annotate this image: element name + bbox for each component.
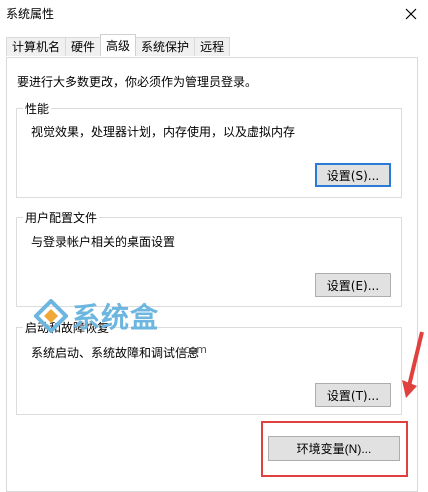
user-profiles-group: 用户配置文件 与登录帐户相关的桌面设置 设置(E)... [16, 209, 402, 307]
tab-advanced[interactable]: 高级 [100, 34, 137, 56]
startup-recovery-description: 系统启动、系统故障和调试信息 [31, 346, 200, 360]
highlight-box [261, 421, 408, 477]
window-title: 系统属性 [6, 7, 55, 21]
close-icon [405, 8, 417, 20]
user-profiles-description: 与登录帐户相关的桌面设置 [31, 235, 176, 249]
startup-recovery-settings-button[interactable]: 设置(T)... [315, 383, 391, 407]
title-bar: 系统属性 [0, 0, 428, 28]
tab-computer-name[interactable]: 计算机名 [6, 37, 67, 56]
startup-recovery-legend: 启动和故障恢复 [23, 319, 112, 336]
tab-remote[interactable]: 远程 [194, 37, 231, 56]
user-profiles-settings-button[interactable]: 设置(E)... [315, 273, 391, 297]
close-button[interactable] [394, 0, 428, 28]
red-arrow-icon [402, 331, 424, 398]
tab-hardware[interactable]: 硬件 [65, 37, 102, 56]
startup-recovery-group: 启动和故障恢复 系统启动、系统故障和调试信息 设置(T)... [16, 319, 402, 415]
performance-settings-button[interactable]: 设置(S)... [315, 163, 391, 187]
performance-group: 性能 视觉效果，处理器计划，内存使用，以及虚拟内存 设置(S)... [16, 100, 402, 198]
tab-system-protection[interactable]: 系统保护 [135, 37, 196, 56]
tab-strip: 计算机名 硬件 高级 系统保护 远程 [6, 34, 231, 57]
performance-legend: 性能 [23, 100, 52, 117]
performance-description: 视觉效果，处理器计划，内存使用，以及虚拟内存 [31, 125, 296, 139]
admin-note: 要进行大多数更改，你必须作为管理员登录。 [17, 75, 258, 89]
watermark-suffix: .com [180, 343, 207, 356]
user-profiles-legend: 用户配置文件 [23, 209, 100, 226]
